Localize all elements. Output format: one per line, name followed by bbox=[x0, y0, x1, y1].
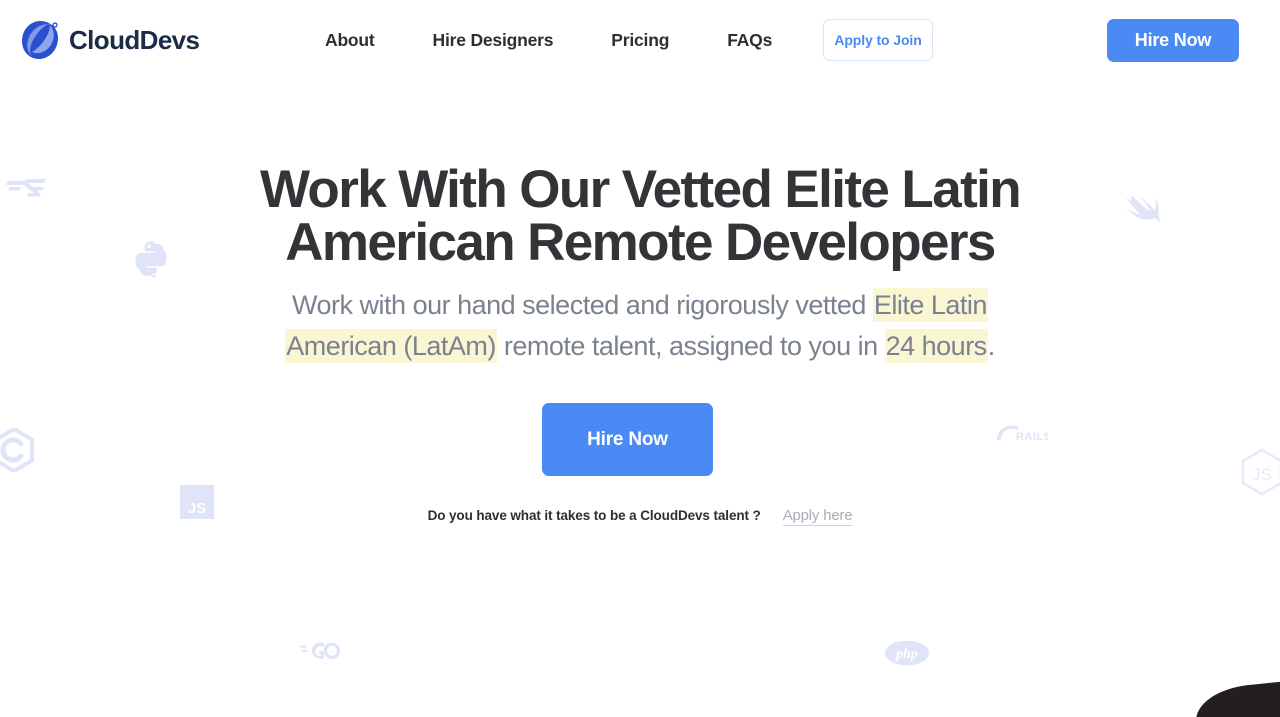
hero-hire-now-button[interactable]: Hire Now bbox=[542, 403, 713, 476]
apply-to-join-button[interactable]: Apply to Join bbox=[823, 19, 933, 61]
nav-item-faqs[interactable]: FAQs bbox=[727, 27, 772, 54]
page-title: Work With Our Vetted Elite Latin America… bbox=[140, 163, 1140, 269]
brand-name: CloudDevs bbox=[69, 24, 200, 55]
hero-section: Work With Our Vetted Elite Latin America… bbox=[0, 81, 1280, 717]
hero-subtitle-part-3: . bbox=[987, 331, 996, 361]
brand-logo-link[interactable]: CloudDevs bbox=[18, 18, 200, 62]
talent-apply-row: Do you have what it takes to be a CloudD… bbox=[240, 507, 1040, 526]
hero-subtitle-highlight-2: 24 hours bbox=[884, 329, 988, 363]
talent-question-text: Do you have what it takes to be a CloudD… bbox=[427, 508, 761, 523]
hero-title-line-1: Work With Our Vetted Elite Latin bbox=[259, 160, 1022, 219]
nav-item-hire-designers[interactable]: Hire Designers bbox=[433, 27, 554, 54]
hero-subtitle-part-1: Work with our hand selected and rigorous… bbox=[292, 290, 873, 320]
header-hire-now-button[interactable]: Hire Now bbox=[1107, 19, 1239, 62]
clouddevs-logo-icon bbox=[22, 21, 58, 59]
nav-item-about[interactable]: About bbox=[325, 27, 375, 54]
nav-item-pricing[interactable]: Pricing bbox=[611, 27, 669, 54]
apply-here-link[interactable]: Apply here bbox=[782, 507, 853, 526]
hero-subtitle-part-2: remote talent, assigned to you in bbox=[496, 331, 885, 361]
hero-title-line-2: American Remote Developers bbox=[285, 213, 996, 272]
hero-subtitle: Work with our hand selected and rigorous… bbox=[235, 285, 1045, 367]
main-navigation: About Hire Designers Pricing FAQs Blog bbox=[325, 27, 868, 54]
site-header: CloudDevs About Hire Designers Pricing F… bbox=[0, 0, 1280, 81]
